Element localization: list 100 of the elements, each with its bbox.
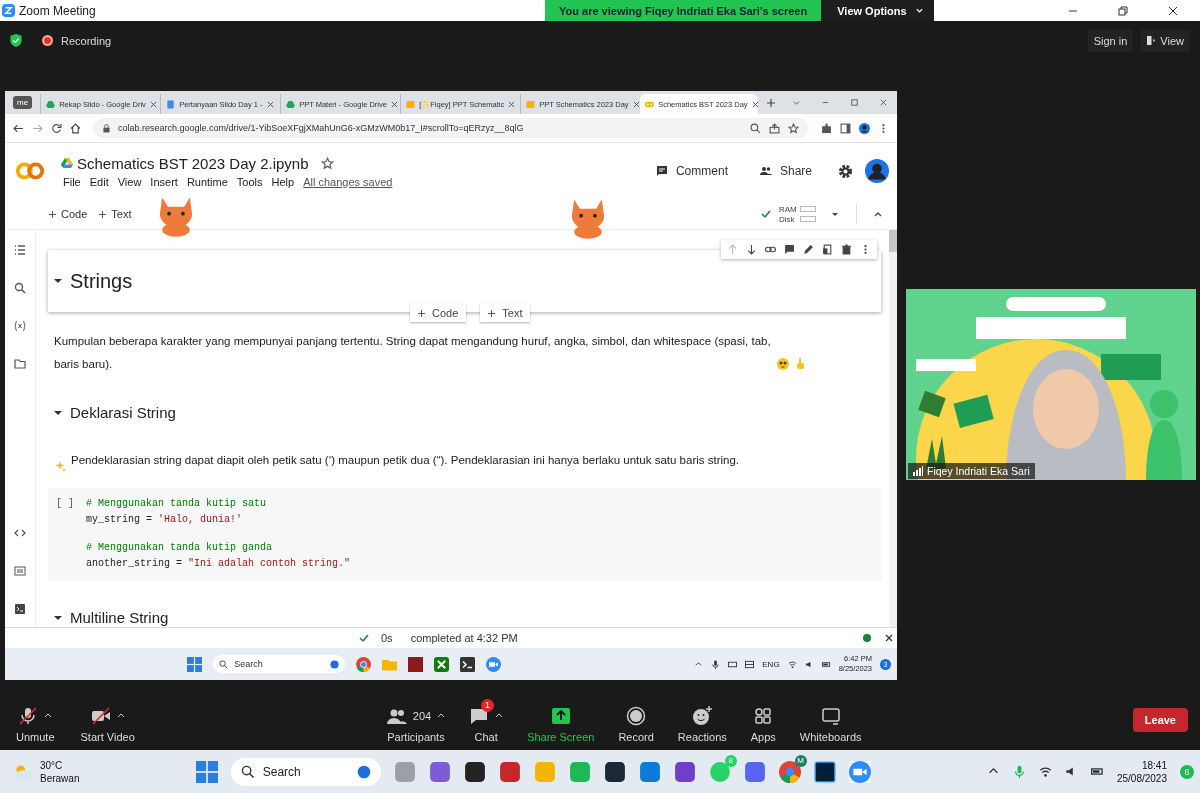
collapse-caret-icon[interactable] [54, 408, 62, 417]
collapse-caret-icon[interactable] [54, 277, 62, 285]
windows-logo-icon[interactable] [187, 656, 203, 672]
command-palette-icon[interactable] [14, 565, 26, 577]
collapse-caret-icon[interactable] [54, 613, 62, 622]
chevron-down-icon[interactable] [792, 98, 801, 107]
comment-icon[interactable] [784, 244, 795, 255]
new-tab-icon[interactable] [766, 97, 777, 108]
add-code-button[interactable]: Code [45, 205, 92, 223]
code-icon[interactable] [14, 527, 26, 539]
share-button[interactable]: Share [753, 163, 818, 179]
comment-button[interactable]: Comment [649, 163, 734, 179]
search-field[interactable]: Search [213, 655, 346, 673]
scrollbar-thumb[interactable] [889, 230, 897, 252]
wifi-icon[interactable] [1038, 765, 1052, 778]
link-icon[interactable] [765, 244, 776, 255]
microphone-icon[interactable] [711, 659, 721, 669]
search-icon[interactable] [14, 282, 26, 294]
star-icon[interactable] [320, 156, 334, 170]
back-icon[interactable] [13, 122, 24, 134]
puzzle-icon[interactable] [821, 122, 832, 134]
clock[interactable]: 18:41 25/08/2023 [1116, 758, 1167, 785]
connected-dot-icon [863, 634, 871, 642]
close-icon[interactable] [390, 100, 398, 108]
side-panel-icon[interactable] [840, 122, 851, 134]
star-icon[interactable] [788, 122, 799, 134]
sign-in-button[interactable]: Sign in [1087, 29, 1134, 52]
table-of-contents-icon[interactable] [14, 244, 26, 256]
profile-badge[interactable]: me [13, 96, 33, 109]
add-code-button[interactable]: Code [410, 304, 467, 322]
unmute-button[interactable]: Unmute [10, 697, 61, 743]
keyboard-icon[interactable] [728, 659, 738, 669]
edit-icon[interactable] [803, 244, 814, 255]
menu-item[interactable]: Edit [89, 175, 109, 188]
menu-item[interactable]: File [63, 175, 81, 188]
video-camera-icon[interactable] [848, 760, 871, 783]
reload-icon[interactable] [51, 122, 62, 134]
share-icon[interactable] [769, 122, 780, 134]
folder-icon[interactable] [14, 358, 26, 370]
signal-icon [913, 466, 923, 476]
restore-icon[interactable] [850, 98, 859, 107]
chevron-up-icon[interactable] [694, 659, 704, 669]
app-icon[interactable] [603, 760, 626, 783]
shield-icon[interactable] [10, 34, 22, 47]
menu-item[interactable]: View [117, 175, 142, 188]
view-button[interactable]: View [1141, 29, 1190, 52]
close-icon[interactable] [751, 100, 759, 108]
search-field[interactable]: Search [230, 757, 381, 786]
battery-icon[interactable] [821, 659, 831, 669]
menu-item[interactable]: Runtime [186, 175, 228, 188]
delete-icon[interactable] [841, 244, 852, 255]
settings-icon[interactable] [838, 163, 853, 179]
tab-favicon-icon [526, 99, 536, 109]
address-bar[interactable]: colab.research.google.com/drive/1-YibSoeXFgjXMahUnG6-xGMzWM0b17_I#scrollTo=qERzyz__8qlG [93, 118, 809, 138]
close-icon[interactable] [632, 100, 640, 108]
add-text-button[interactable]: Text [480, 304, 531, 322]
code-line: # Menggunakan tanda kutip satu [86, 498, 268, 509]
menu-item[interactable]: Help [271, 175, 295, 188]
video-camera-icon [90, 705, 111, 726]
chrome-icon[interactable] [356, 656, 372, 672]
add-text-button[interactable]: Text [95, 205, 136, 223]
leave-button[interactable]: Leave [1132, 708, 1188, 732]
close-icon[interactable] [508, 100, 516, 108]
close-icon[interactable] [1168, 5, 1178, 16]
close-icon[interactable] [266, 100, 274, 108]
view-options-button[interactable]: View Options [821, 0, 934, 21]
avatar-icon[interactable] [865, 159, 889, 183]
heading-text: Strings [70, 269, 133, 293]
close-icon[interactable] [885, 634, 893, 642]
disk-meter [800, 216, 816, 222]
apps-button[interactable]: Apps [744, 697, 782, 743]
variables-icon[interactable] [14, 320, 26, 332]
chat-button[interactable]: 1 Chat [463, 697, 510, 743]
run-indicator[interactable]: [ ] [56, 498, 74, 569]
menu-item[interactable]: Tools [236, 175, 263, 188]
language-indicator[interactable]: ENG [762, 659, 780, 669]
zoom-icon[interactable] [750, 122, 761, 134]
whiteboards-button[interactable]: Whiteboards [793, 697, 868, 743]
code-cell[interactable]: [ ] # Menggunakan tanda kutip satu my_string = 'Halo, dunia!' # Menggunakan tanda kutip ganda another_string = "Ini adalah contoh string." [48, 488, 881, 581]
avatar-icon[interactable] [859, 122, 870, 134]
app-icon[interactable] [408, 656, 424, 672]
home-icon[interactable] [70, 122, 81, 134]
battery-icon[interactable] [1090, 765, 1104, 778]
wifi-icon[interactable] [787, 659, 797, 669]
menu-item[interactable]: Insert [150, 175, 178, 188]
windows-logo-icon[interactable] [195, 760, 218, 783]
start-video-button[interactable]: Start Video [74, 697, 141, 743]
restore-icon[interactable] [1118, 5, 1128, 16]
record-button[interactable]: Record [612, 697, 660, 743]
mirror-cell-icon[interactable] [822, 244, 833, 255]
close-icon[interactable] [149, 100, 157, 108]
recording-label: Recording [61, 34, 112, 47]
reactions-button[interactable]: Reactions [671, 697, 733, 743]
video-camera-icon[interactable] [486, 656, 502, 672]
share-button[interactable]: Share Screen [521, 697, 601, 743]
people-icon [759, 165, 772, 177]
move-down-icon[interactable] [746, 244, 757, 255]
save-status-link[interactable]: All changes saved [303, 175, 393, 188]
participants-button[interactable]: 204 Participants [380, 697, 452, 743]
notebook-title[interactable]: Schematics BST 2023 Day 2.ipynb [77, 154, 309, 172]
